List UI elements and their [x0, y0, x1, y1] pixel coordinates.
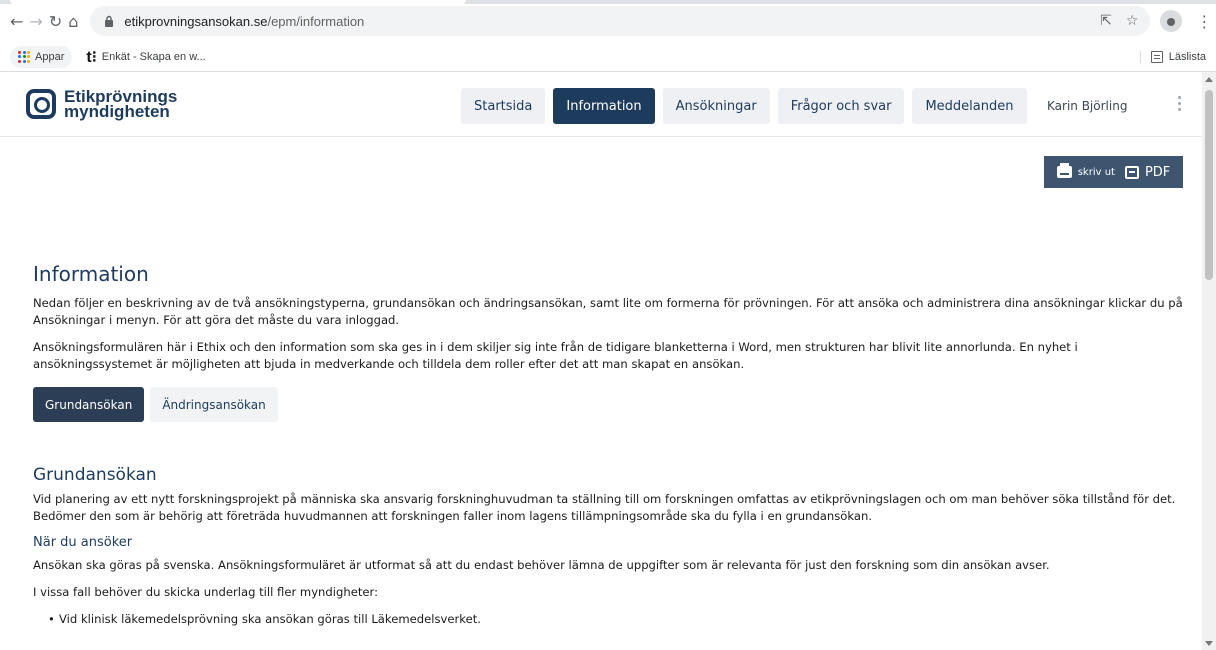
site-header: Etikprövnings myndigheten Startsida Info…	[0, 72, 1216, 137]
nav-startsida[interactable]: Startsida	[461, 88, 546, 124]
subsection-paragraph-2: I vissa fall behöver du skicka underlag …	[33, 585, 378, 599]
main-nav: Startsida Information Ansökningar Frågor…	[461, 88, 1027, 124]
reading-list-label: Läslista	[1168, 50, 1206, 63]
pdf-button[interactable]: PDF	[1124, 164, 1171, 180]
page-title: Information	[33, 262, 149, 286]
application-type-tabs: Grundansökan Ändringsansökan	[33, 387, 1193, 422]
back-arrow-icon[interactable]: ←	[10, 9, 23, 33]
subsection-title: När du ansöker	[33, 535, 133, 550]
bookmarks-bar: Appar t⁝ Enkät - Skapa en w... Läslista	[0, 42, 1216, 72]
reload-icon[interactable]: ↻	[49, 9, 62, 33]
site-menu-icon[interactable]	[1178, 96, 1181, 111]
bookmark-apps[interactable]: Appar	[10, 45, 73, 68]
browser-toolbar: ← → ↻ ⌂ etikprovningsansokan.se/epm/info…	[0, 0, 1216, 42]
star-icon[interactable]: ☆	[1126, 13, 1139, 29]
section-title: Grundansökan	[33, 465, 157, 485]
print-label: skriv ut	[1077, 166, 1115, 178]
scroll-thumb[interactable]	[1205, 90, 1213, 280]
reading-list-icon	[1150, 50, 1163, 63]
page-scrollbar[interactable]	[1202, 72, 1216, 650]
lock-icon[interactable]	[102, 14, 116, 28]
tab-andringsansokan[interactable]: Ändringsansökan	[150, 387, 278, 422]
bookmark-enkat[interactable]: t⁝ Enkät - Skapa en w...	[78, 46, 213, 68]
nav-meddelanden[interactable]: Meddelanden	[912, 88, 1027, 124]
nav-ansokningar[interactable]: Ansökningar	[662, 88, 770, 124]
menu-kebab-icon[interactable]: ⋮	[1196, 12, 1212, 31]
subsection-paragraph-1: Ansökan ska göras på svenska. Ansöknings…	[33, 558, 1050, 572]
section-paragraph: Vid planering av ett nytt forskningsproj…	[33, 492, 1176, 523]
share-icon[interactable]: ⇱	[1100, 13, 1112, 29]
bookmark-enkat-label: Enkät - Skapa en w...	[101, 50, 206, 63]
main-content: Information Nedan följer en beskrivning …	[33, 262, 1193, 628]
apps-grid-icon	[18, 50, 30, 63]
scroll-down-icon[interactable]	[1205, 641, 1213, 646]
reading-list-button[interactable]: Läslista	[1139, 50, 1206, 63]
print-button[interactable]: skriv ut	[1056, 163, 1115, 178]
logo-text: Etikprövnings myndigheten	[64, 88, 177, 121]
logo-line2: myndigheten	[64, 102, 170, 121]
t-logo-icon: t⁝	[86, 48, 97, 66]
logo-mark-icon	[26, 89, 56, 119]
nav-information[interactable]: Information	[553, 88, 655, 124]
intro-paragraph-2: Ansökningsformulären här i Ethix och den…	[33, 340, 1078, 371]
tab-strip	[0, 0, 1216, 4]
url-text[interactable]: etikprovningsansokan.se/epm/information	[124, 14, 364, 29]
bookmark-apps-label: Appar	[35, 50, 65, 63]
address-bar[interactable]: etikprovningsansokan.se/epm/information …	[90, 6, 1151, 36]
list-item: Vid klinisk läkemedelsprövning ska ansök…	[48, 611, 1193, 628]
forward-arrow-icon[interactable]: →	[29, 9, 42, 33]
agency-list: Vid klinisk läkemedelsprövning ska ansök…	[33, 611, 1193, 628]
pdf-icon	[1124, 165, 1139, 179]
pdf-label: PDF	[1144, 164, 1171, 180]
scroll-up-icon[interactable]	[1205, 77, 1213, 82]
printer-icon	[1056, 163, 1072, 178]
home-icon[interactable]: ⌂	[68, 9, 78, 33]
print-toolbar: skriv ut PDF	[1044, 156, 1183, 188]
nav-fragor-och-svar[interactable]: Frågor och svar	[777, 88, 905, 124]
tab-grundansokan[interactable]: Grundansökan	[33, 387, 145, 422]
intro-paragraph-1: Nedan följer en beskrivning av de två an…	[33, 296, 1183, 327]
logo[interactable]: Etikprövnings myndigheten	[26, 88, 177, 121]
user-name[interactable]: Karin Björling	[1047, 99, 1127, 113]
profile-avatar[interactable]	[1160, 10, 1183, 32]
